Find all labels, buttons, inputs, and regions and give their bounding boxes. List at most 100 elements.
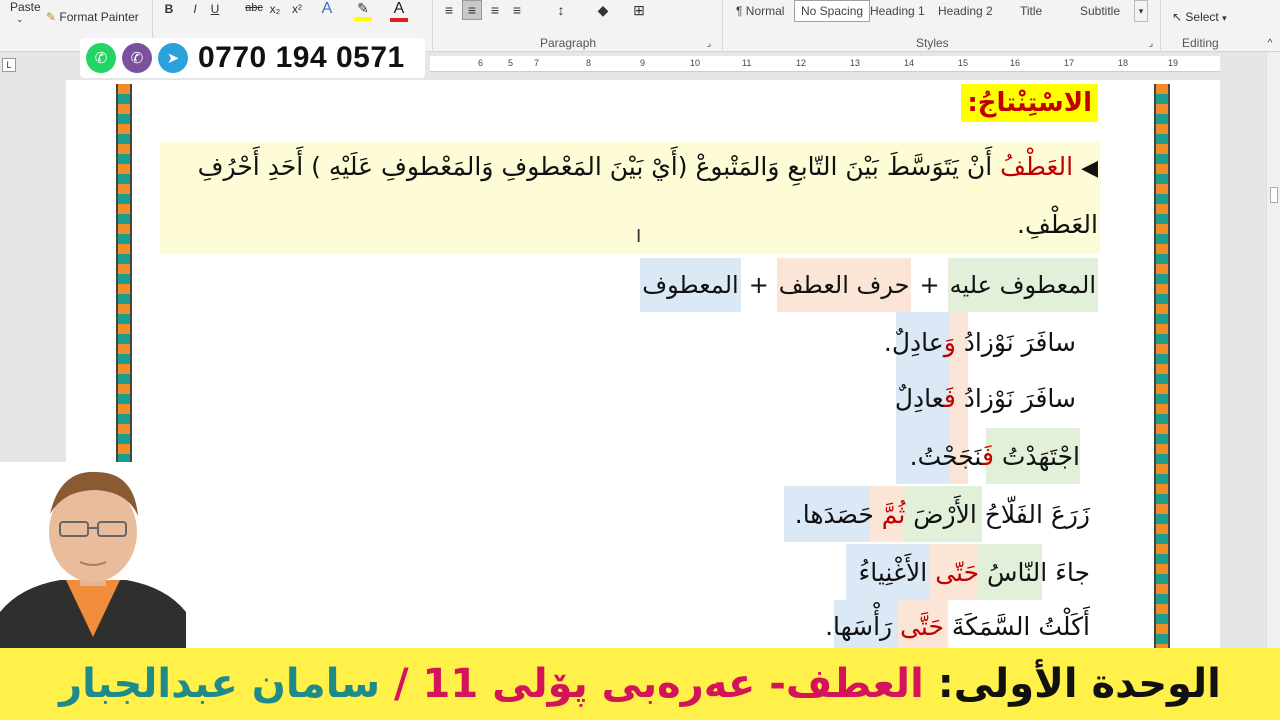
collapse-ribbon-icon[interactable]: ^ — [1264, 38, 1276, 49]
style-heading-1[interactable]: Heading 1 — [864, 0, 931, 22]
example-sentence: اجْتَهَدْتُ فَنَجَحْتُ. — [910, 442, 1080, 471]
paragraph-group-label: Paragraph — [540, 36, 597, 50]
ruler-tick: 17 — [1064, 58, 1075, 68]
formula-row: المعطوف عليه + حرف العطف + المعطوف — [640, 258, 1098, 312]
font-color-icon[interactable]: A — [390, 0, 408, 22]
ruler-tick: 6 — [478, 58, 484, 68]
definition-line-2: العَطْفِ. — [1017, 210, 1098, 239]
banner-author: سامان عبدالجبار — [59, 661, 394, 707]
contact-overlay: ✆ ✆ ➤ 0770 194 0571 — [80, 38, 425, 78]
telegram-icon: ➤ — [158, 43, 188, 73]
definition-line-1: ◀ العَطْفُ أَنْ يَتَوَسَّطَ بَيْنَ التّا… — [198, 152, 1098, 181]
banner-title: الوحدة الأولى: العطف- عەرەبی پۆلی 11 / س… — [59, 661, 1221, 707]
divider — [1160, 0, 1161, 50]
ruler-tick: 15 — [958, 58, 969, 68]
dialog-launcher-icon[interactable]: ⌟ — [704, 38, 714, 49]
example-sentence: سافَرَ نَوْزادُ فَعادِلٌ — [895, 384, 1076, 413]
vertical-scrollbar[interactable] — [1266, 52, 1280, 648]
ruler-tick: 18 — [1118, 58, 1129, 68]
format-painter-label: Format Painter — [59, 10, 139, 24]
formula-coordinated-onto: المعطوف عليه — [947, 258, 1098, 312]
dialog-launcher-icon[interactable]: ⌟ — [1146, 38, 1156, 49]
superscript-button[interactable]: x² — [290, 2, 304, 16]
tab-selector-icon[interactable]: L — [2, 58, 16, 72]
formula-plus: + — [919, 271, 940, 299]
example-conjunction: حَتَّى — [900, 612, 944, 641]
divider — [722, 0, 723, 50]
style-heading-2[interactable]: Heading 2 — [932, 0, 999, 22]
example-part: زَرَعَ الفَلّاحُ الأَرْضَ — [905, 500, 1090, 529]
style-title[interactable]: Title — [1014, 0, 1048, 22]
style-subtitle[interactable]: Subtitle — [1074, 0, 1126, 22]
text-cursor-icon: I — [636, 226, 642, 247]
style-no-spacing[interactable]: No Spacing — [794, 0, 871, 22]
example-conjunction: ثُمَّ — [881, 500, 906, 529]
example-part: سافَرَ نَوْزادُ — [955, 384, 1076, 413]
ruler-tick: 7 — [534, 58, 540, 68]
example-sentence: أَكَلْتُ السَّمَكَةَ حَتَّى رَأْسَها. — [825, 612, 1090, 641]
triangle-marker-icon: ◀ — [1081, 156, 1098, 181]
chevron-down-icon[interactable]: ⌄ — [16, 14, 24, 25]
example-conjunction: فَ — [981, 442, 994, 471]
definition-term: العَطْفُ — [1000, 152, 1074, 181]
brush-icon: ✎ — [46, 10, 57, 24]
shading-icon[interactable]: ◆ — [594, 0, 612, 20]
ruler-tick: 9 — [640, 58, 646, 68]
subscript-button[interactable]: x₂ — [268, 2, 282, 16]
horizontal-ruler[interactable]: 6 5 7 8 9 10 11 12 13 14 15 16 17 18 19 — [430, 56, 1220, 72]
example-part: أَكَلْتُ السَّمَكَةَ — [943, 612, 1090, 641]
example-part: عادِلٌ — [894, 384, 944, 413]
example-conjunction: وَ — [943, 328, 956, 357]
example-sentence: زَرَعَ الفَلّاحُ الأَرْضَ ثُمَّ حَصَدَها… — [795, 500, 1090, 529]
page-border-right — [1154, 84, 1170, 660]
example-conjunction: فَ — [943, 384, 956, 413]
select-label: Select — [1185, 10, 1219, 24]
formula-conjunction: حرف العطف — [776, 258, 912, 312]
chevron-down-icon: ▾ — [1222, 13, 1227, 23]
justify-icon[interactable]: ≡ — [508, 0, 526, 20]
underline-button[interactable]: U — [208, 2, 222, 16]
align-right-icon[interactable]: ≡ — [486, 0, 504, 20]
paste-button[interactable]: Paste — [10, 0, 41, 14]
bold-button[interactable]: B — [162, 2, 176, 16]
title-banner: الوحدة الأولى: العطف- عەرەبی پۆلی 11 / س… — [0, 648, 1280, 720]
formula-coordinated: المعطوف — [640, 258, 741, 312]
ruler-tick: 8 — [586, 58, 592, 68]
example-sentence: سافَرَ نَوْزادُ وَعادِلٌ. — [884, 328, 1076, 357]
strikethrough-button[interactable]: abc — [244, 2, 264, 14]
align-center-icon[interactable]: ≡ — [462, 0, 482, 20]
phone-number: 0770 194 0571 — [198, 41, 405, 74]
editing-group-label: Editing — [1182, 36, 1219, 50]
example-part: سافَرَ نَوْزادُ — [955, 328, 1076, 357]
example-part: جاءَ النّاسُ — [979, 558, 1090, 587]
style-normal[interactable]: ¶ Normal — [730, 0, 790, 22]
ruler-tick: 19 — [1168, 58, 1179, 68]
ruler-tick: 11 — [742, 58, 752, 68]
banner-topic: العطف- عەرەبی پۆلی 11 / — [393, 661, 938, 707]
borders-icon[interactable]: ⊞ — [630, 0, 648, 20]
italic-button[interactable]: I — [188, 2, 202, 16]
example-part: حَصَدَها. — [794, 500, 882, 529]
presenter-avatar — [0, 462, 186, 662]
select-button[interactable]: ↖ Select ▾ — [1172, 10, 1227, 24]
line-spacing-icon[interactable]: ↕ — [552, 0, 570, 20]
styles-group-label: Styles — [916, 36, 949, 50]
formula-plus: + — [748, 271, 769, 299]
format-painter-button[interactable]: ✎ Format Painter — [46, 10, 139, 24]
example-part: نَجَحْتُ. — [909, 442, 982, 471]
text-effects-icon[interactable]: A — [318, 0, 336, 18]
example-sentence: جاءَ النّاسُ حَتّى الأَغْنِياءُ — [859, 558, 1091, 587]
example-part: اجْتَهَدْتُ — [993, 442, 1080, 471]
example-part: عادِلٌ. — [883, 328, 944, 357]
ruler-tick: 14 — [904, 58, 915, 68]
banner-unit: الوحدة الأولى: — [937, 661, 1221, 707]
highlight-icon[interactable]: ✎ — [354, 0, 372, 21]
align-left-icon[interactable]: ≡ — [440, 0, 458, 20]
styles-more-icon[interactable]: ▾ — [1134, 0, 1148, 22]
ruler-tick: 10 — [690, 58, 701, 68]
example-part: الأَغْنِياءُ — [858, 558, 936, 587]
conclusion-heading: الاسْتِنْتاجُ: — [961, 84, 1098, 122]
scrollbar-thumb[interactable] — [1270, 187, 1278, 203]
divider — [432, 0, 433, 50]
ruler-tick: 12 — [796, 58, 807, 68]
